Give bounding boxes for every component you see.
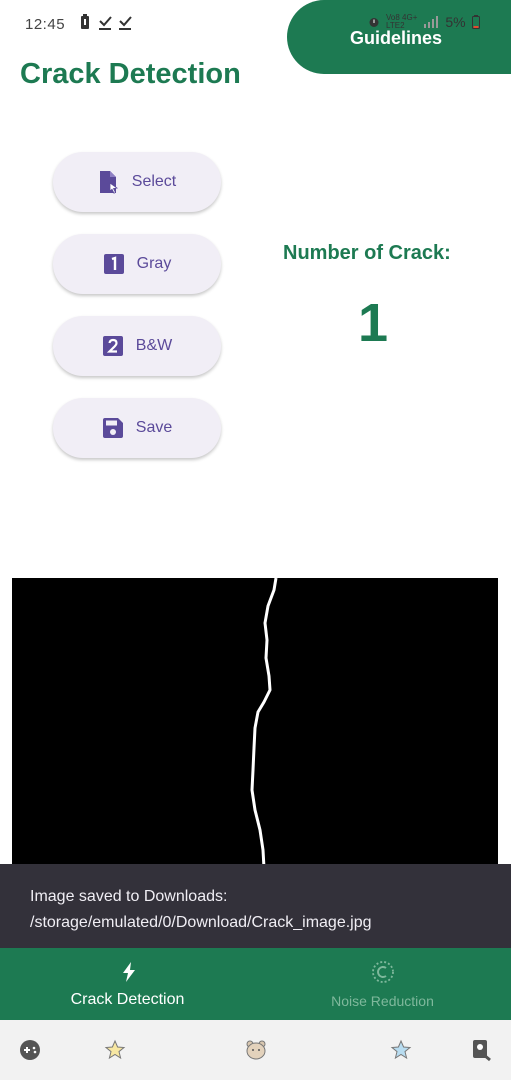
star-sticker-icon[interactable] [103, 1038, 127, 1062]
blue-star-sticker-icon[interactable] [389, 1038, 413, 1062]
nav-noise-reduction-label: Noise Reduction [331, 993, 434, 1009]
gray-button[interactable]: Gray [53, 234, 221, 294]
status-time: 12:45 [25, 16, 66, 33]
battery-text: 5% [445, 14, 466, 30]
bottom-navigation: Crack Detection Noise Reduction [0, 948, 511, 1020]
select-button[interactable]: Select [53, 152, 221, 212]
snackbar: Image saved to Downloads: /storage/emula… [0, 864, 511, 948]
crack-line [250, 578, 278, 868]
processed-crack-image [12, 578, 498, 868]
nav-crack-detection-label: Crack Detection [70, 991, 185, 1008]
gray-button-label: Gray [136, 255, 172, 272]
crack-count-label: Number of Crack: [283, 242, 451, 264]
screenshot-edit-icon[interactable] [470, 1038, 494, 1062]
number-two-icon [102, 335, 124, 357]
save-button[interactable]: Save [53, 398, 221, 458]
network-indicator: Vo8 4G+ LTE2 [386, 14, 417, 30]
bear-sticker-icon[interactable] [244, 1038, 268, 1062]
guidelines-button[interactable]: Guidelines [287, 0, 511, 74]
bw-button[interactable]: B&W [53, 316, 221, 376]
status-notification-icons [78, 14, 132, 30]
battery-saver-icon [81, 14, 89, 29]
bw-button-label: B&W [135, 337, 173, 354]
save-icon [102, 417, 124, 439]
noise-reduction-icon [372, 961, 394, 983]
snackbar-message: Image saved to Downloads: /storage/emula… [30, 888, 372, 931]
select-button-label: Select [131, 173, 177, 190]
system-navigation-bar [0, 1020, 511, 1080]
game-controller-icon[interactable] [18, 1038, 42, 1062]
page-title: Crack Detection [20, 58, 241, 90]
status-system-icons: Vo8 4G+ LTE2 5% [368, 14, 480, 30]
file-select-icon [98, 171, 120, 194]
network-sub: LTE2 [386, 21, 405, 30]
download-done-icon [99, 16, 112, 30]
number-one-icon [103, 253, 125, 275]
alarm-icon [369, 18, 379, 27]
battery-icon [471, 15, 480, 29]
save-button-label: Save [135, 419, 173, 436]
nav-noise-reduction[interactable]: Noise Reduction [255, 948, 510, 1020]
crack-count-value: 1 [358, 293, 389, 353]
download-done-icon [119, 16, 132, 30]
guidelines-label: Guidelines [350, 28, 443, 48]
signal-icon [424, 16, 439, 28]
nav-crack-detection[interactable]: Crack Detection [0, 948, 255, 1020]
lightning-icon [123, 962, 135, 982]
